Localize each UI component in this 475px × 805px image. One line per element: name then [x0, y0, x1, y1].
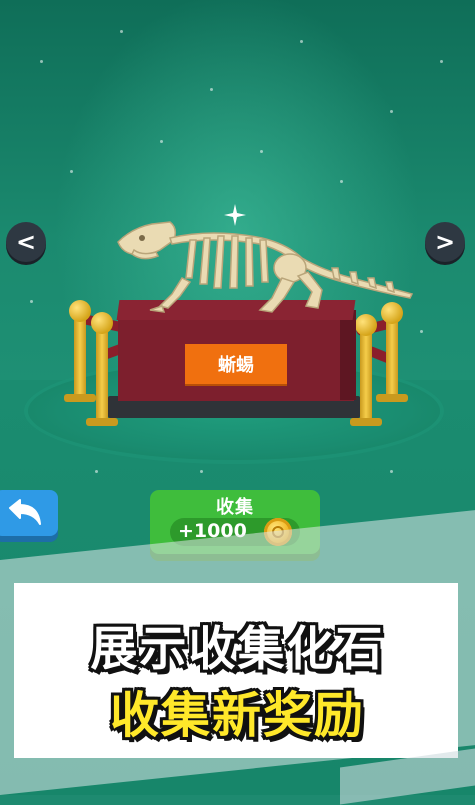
chevron-left-icon: <: [15, 228, 37, 256]
rope-post-cap: [91, 312, 113, 334]
rope-post-base: [86, 418, 118, 426]
rope-post: [360, 324, 372, 422]
snow-particle: [390, 470, 393, 473]
chevron-right-icon: >: [434, 228, 456, 256]
pedestal-side: [340, 310, 356, 400]
snow-particle: [440, 60, 443, 63]
dinosaur-skeleton-icon: [117, 221, 414, 313]
rope-post-base: [64, 394, 96, 402]
next-fossil-button[interactable]: >: [425, 222, 465, 262]
snow-particle: [70, 170, 73, 173]
snow-particle: [390, 110, 393, 113]
rope-post: [74, 310, 86, 398]
sparkle-icon: [224, 204, 246, 226]
rope-post-base: [376, 394, 408, 402]
banner-headline: 展示收集化石: [90, 622, 385, 677]
collect-button-label: 收集: [216, 497, 254, 518]
rope-post-base: [350, 418, 382, 426]
snow-particle: [420, 330, 423, 333]
snow-particle: [120, 30, 123, 33]
rope-post: [96, 322, 108, 422]
fossil-name-plate: 蜥蜴: [185, 344, 287, 384]
snow-particle: [210, 88, 213, 91]
undo-arrow-icon: [9, 499, 41, 525]
snow-particle: [95, 470, 98, 473]
back-button[interactable]: [0, 490, 58, 536]
banner-subheadline: 收集新奖励: [109, 687, 365, 744]
snow-particle: [30, 300, 33, 303]
snow-particle: [260, 150, 263, 153]
previous-fossil-button[interactable]: <: [6, 222, 46, 262]
snow-particle: [40, 60, 43, 63]
snow-particle: [300, 40, 303, 43]
rope-post-cap: [69, 300, 91, 322]
snow-particle: [200, 470, 203, 473]
snow-particle: [340, 180, 343, 183]
rope-post: [386, 312, 398, 398]
snow-particle: [160, 140, 163, 143]
